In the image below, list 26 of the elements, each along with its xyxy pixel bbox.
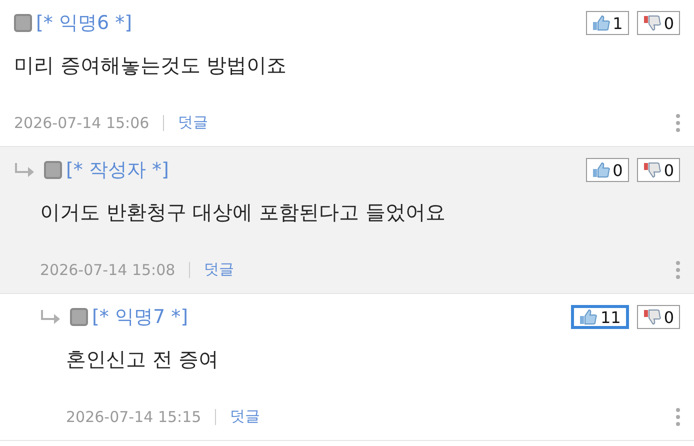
comment-date: 2026-07-14 15:06 [14,114,150,132]
thumbs-down-icon [642,162,661,178]
avatar-icon [44,161,62,179]
thumbs-up-icon [592,15,610,31]
reply-arrow-icon [40,310,62,324]
comment-text: 혼인신고 전 증여 [65,346,220,373]
comment-date: 2026-07-14 15:15 [66,408,202,426]
reply-arrow-icon [14,163,36,177]
more-icon[interactable] [676,260,680,278]
like-button[interactable]: 11 [571,305,629,329]
dislike-button[interactable]: 0 [636,305,680,329]
more-icon[interactable] [676,114,680,132]
comment-text: 이거도 반환청구 대상에 포함된다고 들었어요 [39,199,446,226]
more-icon[interactable] [676,408,680,426]
avatar-icon [14,14,32,32]
thumbs-up-icon [579,309,598,325]
dislike-button[interactable]: 0 [636,11,680,35]
comment-text: 미리 증여해놓는것도 방법이죠 [14,52,288,79]
dislike-button[interactable]: 0 [636,158,680,182]
thumbs-down-icon [642,15,661,31]
avatar-icon [70,308,88,326]
like-button[interactable]: 1 [586,11,629,35]
thumbs-down-icon [642,309,661,325]
comment-date: 2026-07-14 15:08 [40,260,176,278]
thumbs-up-icon [592,162,610,178]
like-button[interactable]: 0 [586,158,629,182]
